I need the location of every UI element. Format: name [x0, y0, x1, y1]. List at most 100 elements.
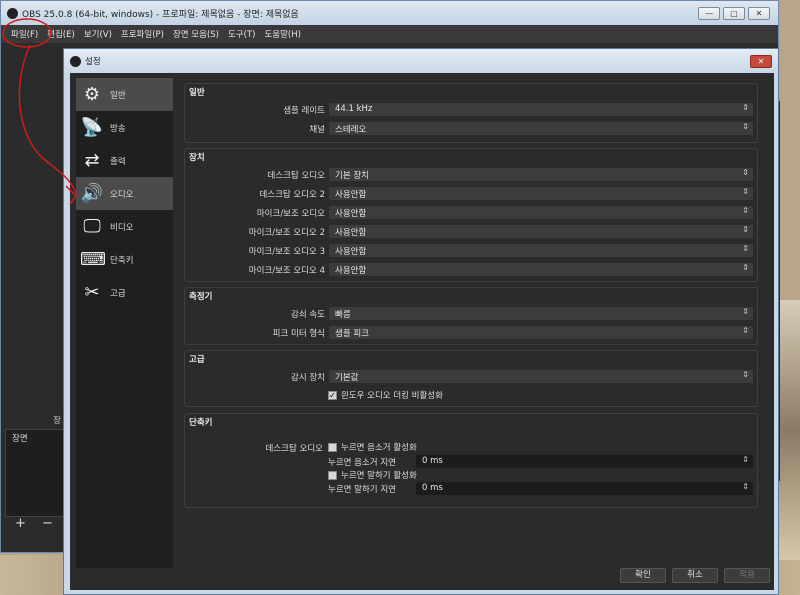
group-title: 측정기: [189, 292, 213, 302]
ptm-enable-label: 누르면 음소거 활성화: [341, 443, 417, 453]
sample-rate-select[interactable]: 44.1 kHz ⇕: [328, 102, 754, 117]
ducking-checkbox[interactable]: ✓: [328, 390, 337, 400]
sidebar-item-video[interactable]: 🖵 비디오: [76, 210, 173, 243]
row-desktop-audio: 데스크탑 오디오 기본 장치 ⇕: [185, 167, 759, 182]
updown-icon: ⇕: [742, 370, 749, 379]
ptt-enable-row[interactable]: 누르면 말하기 활성화: [328, 468, 800, 482]
ptm-checkbox[interactable]: [328, 442, 337, 452]
scene-list-label: 장면: [12, 434, 28, 444]
scene-tools[interactable]: + −: [15, 516, 59, 531]
row-mic-aux-3: 마이크/보조 오디오 3 사용안함 ⇕: [185, 243, 759, 258]
mic-aux-select[interactable]: 사용안함 ⇕: [328, 205, 754, 220]
row-mic-aux: 마이크/보조 오디오 사용안함 ⇕: [185, 205, 759, 220]
window-controls: — ▢ ✕: [698, 6, 778, 20]
antenna-icon: 📡: [80, 116, 104, 138]
peak-meter-select[interactable]: 샘플 피크 ⇕: [328, 325, 754, 340]
sidebar-item-label: 고급: [110, 288, 126, 299]
ptm-delay-input[interactable]: 0 ms ⇕: [415, 454, 754, 469]
ptt-checkbox[interactable]: [328, 470, 337, 480]
row-label: 마이크/보조 오디오 4: [248, 266, 325, 276]
sidebar-item-label: 비디오: [110, 222, 134, 233]
decay-rate-select[interactable]: 빠름 ⇕: [328, 306, 754, 321]
maximize-button[interactable]: ▢: [723, 6, 745, 20]
select-value: 스테레오: [335, 125, 367, 135]
sidebar-item-label: 오디오: [110, 189, 134, 200]
cancel-button[interactable]: 취소: [672, 568, 718, 583]
ptt-delay-input[interactable]: 0 ms ⇕: [415, 481, 754, 496]
menu-edit[interactable]: 편집(E): [47, 28, 75, 40]
scene-panel-header: 장: [53, 416, 61, 426]
ducking-checkbox-row[interactable]: ✓ 윈도우 오디오 더킹 비활성화: [328, 388, 800, 402]
settings-titlebar: 설정 ✕: [64, 49, 778, 73]
select-value: 사용안함: [335, 209, 367, 219]
sidebar-item-audio[interactable]: 🔊 오디오: [76, 177, 173, 210]
close-button[interactable]: ✕: [748, 6, 770, 20]
ok-button[interactable]: 확인: [620, 568, 666, 583]
spin-arrows-icon[interactable]: ⇕: [742, 455, 749, 464]
row-sample-rate: 샘플 레이트 44.1 kHz ⇕: [185, 102, 759, 117]
obs-titlebar: OBS 25.0.8 (64-bit, windows) - 프로파일: 제목없…: [1, 1, 778, 25]
settings-close-button[interactable]: ✕: [750, 54, 772, 68]
sidebar-item-hotkeys[interactable]: ⌨ 단축키: [76, 243, 173, 276]
group-hotkeys: 단축키 데스크탑 오디오 누르면 음소거 활성화 누르면 음소거 지연 0 ms…: [184, 413, 758, 508]
updown-icon: ⇕: [742, 307, 749, 316]
desktop-background-right: [778, 300, 800, 560]
group-title: 일반: [189, 88, 205, 98]
menu-tools[interactable]: 도구(T): [228, 28, 255, 40]
ptm-enable-row[interactable]: 누르면 음소거 활성화: [328, 440, 800, 454]
row-label: 마이크/보조 오디오 3: [248, 247, 325, 257]
mic-aux-3-select[interactable]: 사용안함 ⇕: [328, 243, 754, 258]
row-decay-rate: 감쇠 속도 빠름 ⇕: [185, 306, 759, 321]
gear-icon: ⚙: [83, 83, 101, 105]
menu-profile[interactable]: 프로파일(P): [121, 28, 164, 40]
ptt-delay-label: 누르면 말하기 지연: [328, 485, 396, 495]
menu-view[interactable]: 보기(V): [84, 28, 112, 40]
group-advanced: 고급 감시 장치 기본값 ⇕ ✓ 윈도우 오디오 더킹 비활성화: [184, 350, 758, 407]
updown-icon: ⇕: [742, 122, 749, 131]
desktop-audio-select[interactable]: 기본 장치 ⇕: [328, 167, 754, 182]
select-value: 기본 장치: [335, 171, 369, 181]
apply-button[interactable]: 적용: [724, 568, 770, 583]
mic-aux-4-select[interactable]: 사용안함 ⇕: [328, 262, 754, 277]
settings-body: ⚙ 일반 📡 방송 ⇄ 출력 🔊 오디오 🖵 비디오 ⌨ 단축키 ✂ 고급 일반…: [70, 73, 774, 590]
settings-dialog: 설정 ✕ ⚙ 일반 📡 방송 ⇄ 출력 🔊 오디오 🖵 비디오 ⌨ 단축키 ✂ …: [63, 48, 779, 595]
group-devices: 장치 데스크탑 오디오 기본 장치 ⇕ 데스크탑 오디오 2 사용안함 ⇕ 마이크/…: [184, 148, 758, 282]
row-label: 데스크탑 오디오: [267, 171, 325, 181]
menu-file[interactable]: 파일(F): [11, 28, 38, 40]
sidebar-item-output[interactable]: ⇄ 출력: [76, 144, 173, 177]
monitoring-device-select[interactable]: 기본값 ⇕: [328, 369, 754, 384]
group-title: 장치: [189, 153, 205, 163]
scene-panel: 장 장면 + −: [5, 414, 65, 539]
row-label: 마이크/보조 오디오: [256, 209, 325, 219]
updown-icon: ⇕: [742, 225, 749, 234]
mic-aux-2-select[interactable]: 사용안함 ⇕: [328, 224, 754, 239]
menu-scene-collection[interactable]: 장면 모음(S): [173, 28, 219, 40]
row-label: 마이크/보조 오디오 2: [248, 228, 325, 238]
ducking-label: 윈도우 오디오 더킹 비활성화: [341, 391, 443, 401]
row-label: 샘플 레이트: [283, 106, 325, 116]
row-label: 감쇠 속도: [291, 310, 325, 320]
spin-arrows-icon[interactable]: ⇕: [742, 482, 749, 491]
desktop-audio-2-select[interactable]: 사용안함 ⇕: [328, 186, 754, 201]
scene-list[interactable]: 장면: [5, 429, 65, 517]
channels-select[interactable]: 스테레오 ⇕: [328, 121, 754, 136]
updown-icon: ⇕: [742, 187, 749, 196]
sidebar-item-advanced[interactable]: ✂ 고급: [76, 276, 173, 309]
obs-logo-icon: [7, 7, 18, 19]
sidebar-item-general[interactable]: ⚙ 일반: [76, 78, 173, 111]
updown-icon: ⇕: [742, 103, 749, 112]
minimize-button[interactable]: —: [698, 6, 720, 20]
row-desktop-audio-2: 데스크탑 오디오 2 사용안함 ⇕: [185, 186, 759, 201]
row-label: 채널: [309, 125, 325, 135]
row-label: 데스크탑 오디오 2: [259, 190, 325, 200]
row-label: 감시 장치: [291, 373, 325, 383]
sidebar-item-label: 일반: [110, 90, 126, 101]
row-mic-aux-4: 마이크/보조 오디오 4 사용안함 ⇕: [185, 262, 759, 277]
row-peak-meter: 피크 미터 형식 샘플 피크 ⇕: [185, 325, 759, 340]
menu-help[interactable]: 도움말(H): [264, 28, 300, 40]
settings-title: 설정: [85, 57, 101, 67]
sidebar-item-stream[interactable]: 📡 방송: [76, 111, 173, 144]
select-value: 사용안함: [335, 228, 367, 238]
obs-logo-icon: [70, 55, 81, 67]
settings-sidebar: ⚙ 일반 📡 방송 ⇄ 출력 🔊 오디오 🖵 비디오 ⌨ 단축키 ✂ 고급: [76, 78, 173, 568]
